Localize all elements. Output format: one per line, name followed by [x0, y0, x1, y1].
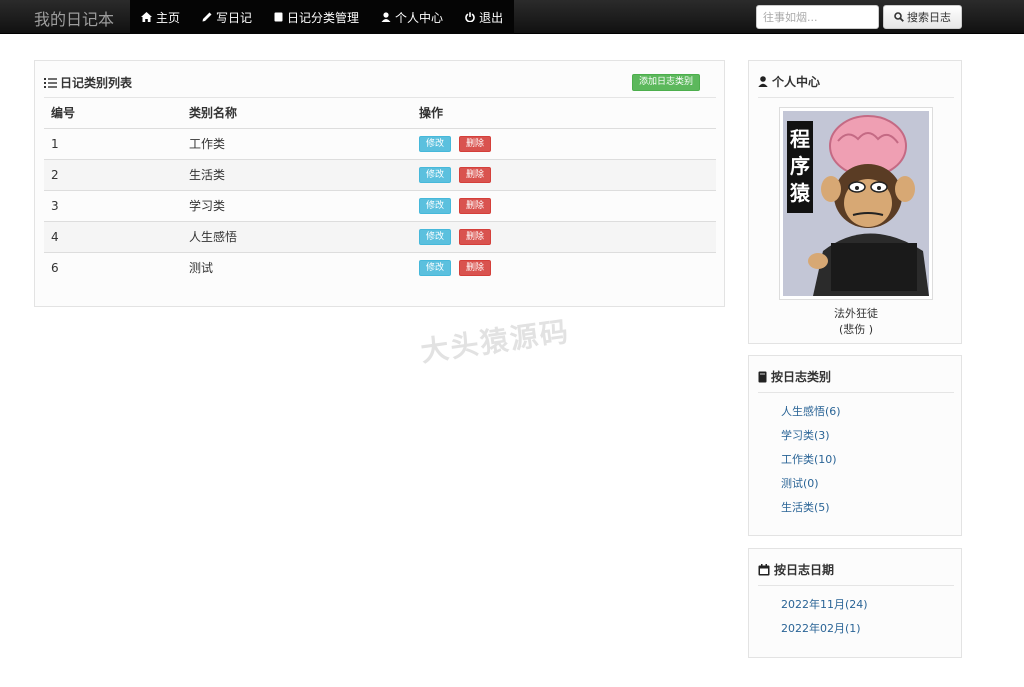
date-filter-heading: 按日志日期: [758, 561, 834, 578]
column-header-actions: 操作: [412, 98, 716, 129]
edit-button[interactable]: 修改: [419, 198, 452, 214]
nav-write-label: 写日记: [216, 10, 253, 25]
watermark: 大头猿源码: [418, 314, 572, 369]
row-id: 2: [44, 158, 182, 190]
row-id: 4: [44, 220, 182, 252]
top-navbar: 我的日记本 主页 写日记 日记分类管理 个人中心 退出 搜索日志: [0, 0, 1024, 34]
main-nav: 主页 写日记 日记分类管理 个人中心 退出: [130, 0, 515, 34]
divider: [758, 392, 954, 393]
row-name: 生活类: [182, 158, 412, 190]
row-actions: 修改 删除: [412, 251, 716, 283]
book-icon: [274, 12, 283, 22]
row-id: 3: [44, 189, 182, 221]
row-id: 6: [44, 251, 182, 283]
profile-panel: 个人中心 程 序 猿 法外狂徒 (悲伤): [748, 60, 962, 344]
profile-title: 个人中心: [772, 75, 821, 89]
delete-button[interactable]: 删除: [459, 198, 492, 214]
edit-button[interactable]: 修改: [419, 229, 452, 245]
edit-button[interactable]: 修改: [419, 136, 452, 152]
pencil-icon: [202, 12, 212, 22]
nav-personal-center[interactable]: 个人中心: [370, 0, 454, 34]
panel-title: 日记类别列表: [44, 74, 132, 91]
add-category-button[interactable]: 添加日志类别: [632, 74, 701, 91]
nickname: 法外狂徒: [834, 307, 878, 320]
delete-button[interactable]: 删除: [459, 167, 492, 183]
search-button-label: 搜索日志: [907, 11, 951, 24]
home-icon: [141, 12, 152, 22]
category-link-list: 人生感悟(6) 学习类(3) 工作类(10) 测试(0) 生活类(5): [781, 405, 841, 525]
power-icon: [465, 12, 475, 22]
category-table: 编号 类别名称 操作 1 工作类 修改 删除 2 生活类 修改 删除 3 学习类 修…: [44, 98, 716, 283]
row-actions: 修改 删除: [412, 127, 716, 159]
row-name: 人生感悟: [182, 220, 412, 252]
date-link[interactable]: 2022年11月(24): [781, 598, 868, 622]
profile-heading: 个人中心: [758, 73, 820, 90]
svg-text:猿: 猿: [789, 181, 811, 205]
category-link[interactable]: 生活类(5): [781, 501, 841, 525]
delete-button[interactable]: 删除: [459, 136, 492, 152]
date-link[interactable]: 2022年02月(1): [781, 622, 868, 646]
row-name: 工作类: [182, 127, 412, 159]
divider: [758, 585, 954, 586]
date-filter-title: 按日志日期: [774, 563, 835, 577]
nav-write-diary[interactable]: 写日记: [191, 0, 263, 34]
delete-button[interactable]: 删除: [459, 229, 492, 245]
book-icon: [758, 371, 767, 382]
divider: [758, 97, 954, 98]
avatar: 程 序 猿: [779, 107, 933, 300]
table-row: 4 人生感悟 修改 删除: [44, 220, 716, 252]
delete-button[interactable]: 删除: [459, 260, 492, 277]
svg-text:序: 序: [790, 154, 810, 178]
list-icon: [44, 77, 57, 88]
edit-button[interactable]: 修改: [419, 167, 452, 183]
avatar-image: 程 序 猿: [783, 111, 929, 296]
category-filter-panel: 按日志类别 人生感悟(6) 学习类(3) 工作类(10) 测试(0) 生活类(5…: [748, 355, 962, 536]
nav-category-label: 日记分类管理: [287, 10, 360, 25]
row-name: 测试: [182, 251, 412, 283]
calendar-icon: [758, 563, 770, 575]
category-link[interactable]: 学习类(3): [781, 429, 841, 453]
search-input[interactable]: [756, 5, 879, 29]
category-link[interactable]: 工作类(10): [781, 453, 841, 477]
nav-logout[interactable]: 退出: [454, 0, 514, 34]
search-icon: [894, 12, 904, 22]
nav-logout-label: 退出: [479, 10, 504, 25]
brand-title[interactable]: 我的日记本: [34, 6, 114, 30]
column-header-id: 编号: [44, 98, 182, 129]
search-button[interactable]: 搜索日志: [883, 5, 962, 29]
date-filter-panel: 按日志日期 2022年11月(24) 2022年02月(1): [748, 548, 962, 658]
table-row: 1 工作类 修改 删除: [44, 127, 716, 159]
edit-button[interactable]: 修改: [419, 260, 452, 277]
date-link-list: 2022年11月(24) 2022年02月(1): [781, 598, 868, 646]
nav-category-manage[interactable]: 日记分类管理: [263, 0, 370, 34]
table-row: 6 测试 修改 删除: [44, 251, 716, 283]
category-filter-title: 按日志类别: [771, 370, 832, 384]
table-row: 3 学习类 修改 删除: [44, 189, 716, 221]
row-name: 学习类: [182, 189, 412, 221]
category-filter-heading: 按日志类别: [758, 368, 831, 385]
nav-personal-label: 个人中心: [395, 10, 444, 25]
user-icon: [381, 12, 391, 22]
row-id: 1: [44, 127, 182, 159]
category-link[interactable]: 测试(0): [781, 477, 841, 501]
category-link[interactable]: 人生感悟(6): [781, 405, 841, 429]
user-icon: [758, 76, 768, 87]
panel-title-text: 日记类别列表: [60, 76, 133, 90]
row-actions: 修改 删除: [412, 189, 716, 221]
row-actions: 修改 删除: [412, 220, 716, 252]
table-row: 2 生活类 修改 删除: [44, 158, 716, 190]
category-list-panel: 日记类别列表 添加日志类别 编号 类别名称 操作 1 工作类 修改 删除 2 生活…: [34, 60, 725, 307]
row-actions: 修改 删除: [412, 158, 716, 190]
nav-home-label: 主页: [156, 10, 181, 25]
table-header-row: 编号 类别名称 操作: [44, 98, 716, 129]
svg-text:程: 程: [790, 127, 810, 151]
nav-home[interactable]: 主页: [130, 0, 191, 34]
mood: (悲伤 ): [838, 323, 874, 336]
column-header-name: 类别名称: [182, 98, 412, 129]
